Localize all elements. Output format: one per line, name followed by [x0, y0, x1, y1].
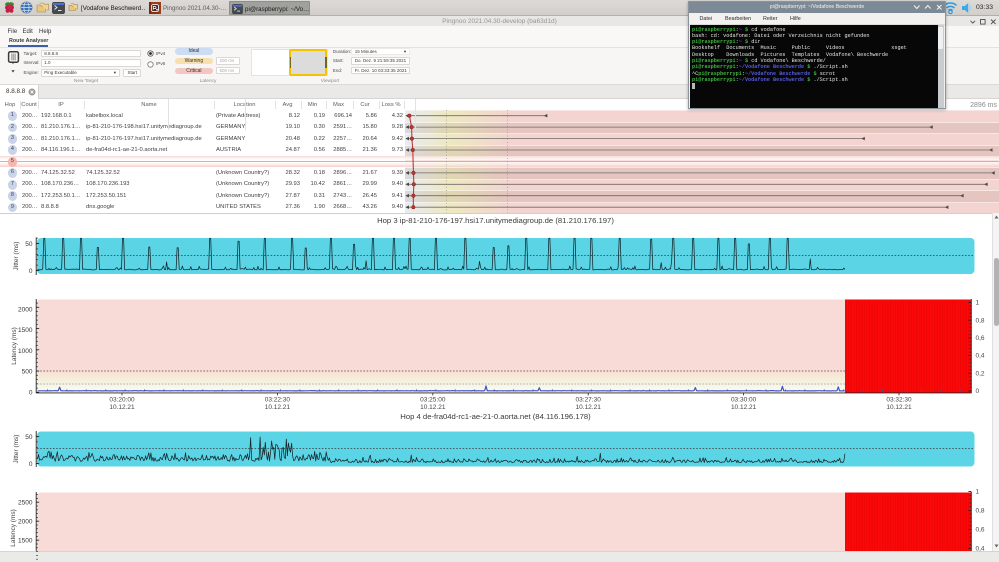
svg-text:10.12.21: 10.12.21 — [265, 404, 291, 411]
svg-text:1500: 1500 — [18, 327, 33, 334]
svg-text:10.12.21: 10.12.21 — [576, 404, 602, 411]
svg-text:50: 50 — [25, 241, 33, 248]
svg-text:0: 0 — [976, 388, 980, 395]
svg-text:10.12.21: 10.12.21 — [886, 404, 912, 411]
svg-text:2500: 2500 — [18, 500, 33, 507]
svg-text:0,8: 0,8 — [976, 508, 985, 515]
svg-text:Latency (ms): Latency (ms) — [10, 509, 17, 547]
svg-text:10.12.21: 10.12.21 — [731, 404, 757, 411]
svg-text:1: 1 — [976, 300, 980, 307]
svg-text:03:20:00: 03:20:00 — [109, 397, 135, 404]
svg-text:03:27:30: 03:27:30 — [576, 397, 602, 404]
svg-text:0,6: 0,6 — [976, 335, 985, 342]
svg-text:0: 0 — [29, 389, 33, 396]
svg-text:0,4: 0,4 — [976, 545, 985, 552]
svg-text:1: 1 — [976, 489, 980, 496]
svg-text:2000: 2000 — [18, 519, 33, 526]
svg-text:Latency (ms): Latency (ms) — [11, 327, 18, 365]
svg-text:03:30:00: 03:30:00 — [731, 397, 757, 404]
svg-text:0,4: 0,4 — [976, 353, 985, 360]
svg-text:0,2: 0,2 — [976, 370, 985, 377]
svg-text:2000: 2000 — [18, 306, 33, 313]
svg-text:0: 0 — [29, 268, 33, 275]
svg-text:Jitter (ms): Jitter (ms) — [13, 242, 20, 271]
svg-text:03:32:30: 03:32:30 — [886, 397, 912, 404]
svg-text:0: 0 — [29, 461, 33, 468]
svg-text:03:22:30: 03:22:30 — [265, 397, 291, 404]
svg-text:10.12.21: 10.12.21 — [109, 404, 135, 411]
svg-text:1000: 1000 — [18, 348, 33, 355]
svg-text:Jitter (ms): Jitter (ms) — [13, 435, 20, 464]
svg-text:50: 50 — [25, 434, 33, 441]
svg-text:1500: 1500 — [18, 538, 33, 545]
svg-text:03:25:00: 03:25:00 — [420, 397, 446, 404]
svg-text:500: 500 — [22, 369, 33, 376]
svg-text:0,6: 0,6 — [976, 527, 985, 534]
svg-text:10.12.21: 10.12.21 — [420, 404, 446, 411]
svg-text:0,8: 0,8 — [976, 317, 985, 324]
